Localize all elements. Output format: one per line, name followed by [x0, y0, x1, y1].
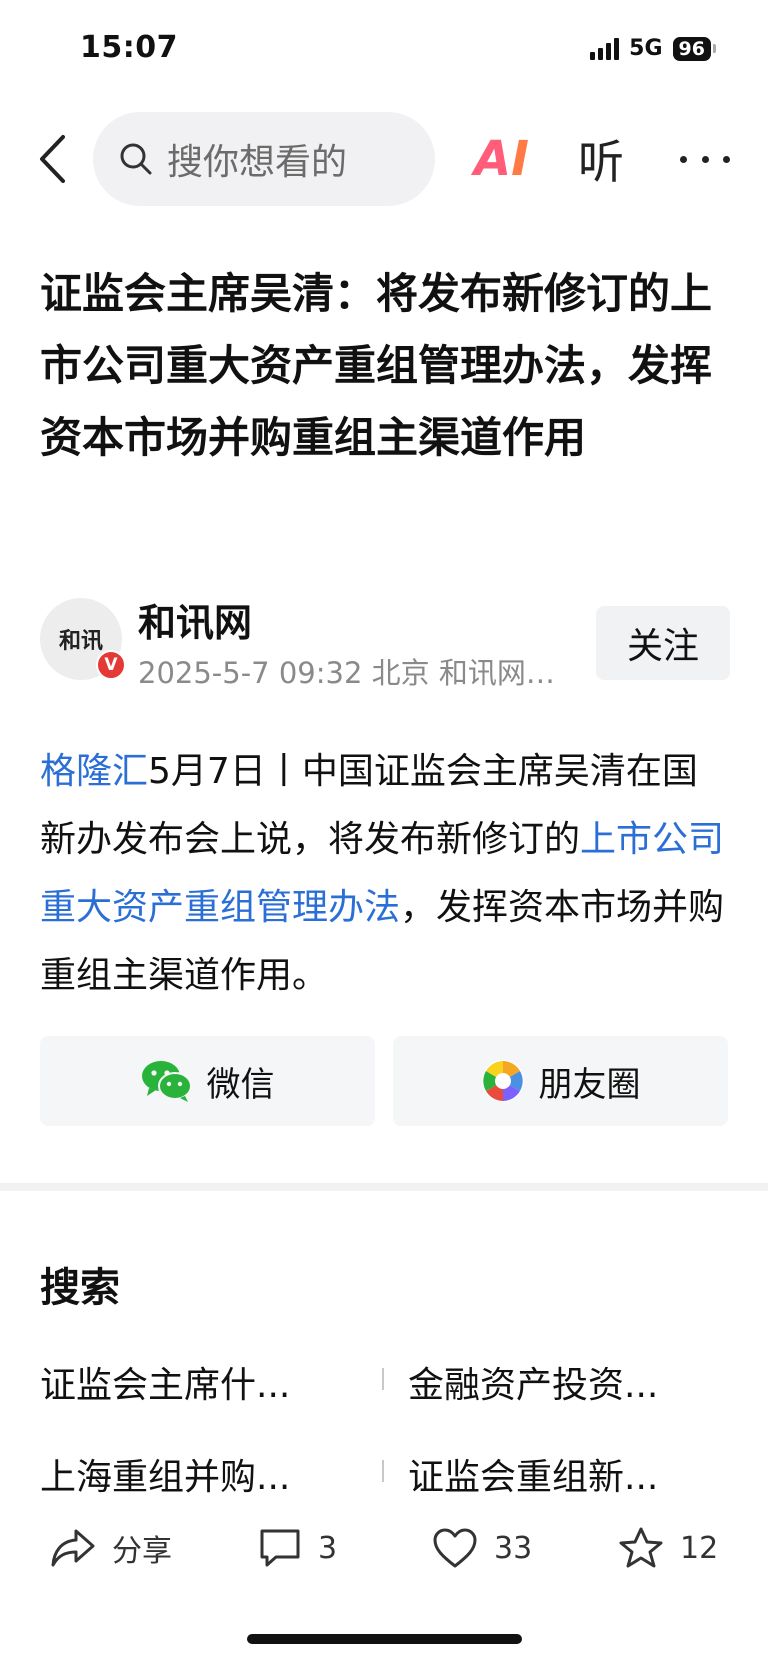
- share-row: 微信 朋友圈: [40, 1036, 728, 1126]
- article-title: 证监会主席吴清：将发布新修订的上市公司重大资产重组管理办法，发挥资本市场并购重组…: [40, 269, 713, 462]
- suggestion-separator: [382, 1460, 384, 1482]
- more-button[interactable]: [680, 130, 730, 188]
- like-action[interactable]: 33: [432, 1510, 532, 1586]
- star-icon: [619, 1527, 663, 1568]
- back-icon: [40, 135, 65, 183]
- follow-button[interactable]: 关注: [596, 606, 730, 680]
- status-icons: 5G 96: [590, 36, 716, 61]
- section-divider: [0, 1183, 768, 1191]
- network-type: 5G: [629, 36, 663, 61]
- search-suggestion[interactable]: 证监会主席什...: [40, 1356, 290, 1408]
- comment-count: 3: [318, 1530, 338, 1566]
- search-suggestion[interactable]: 证监会重组新...: [408, 1448, 658, 1500]
- heart-icon: [433, 1528, 477, 1568]
- search-suggestion[interactable]: 上海重组并购...: [40, 1448, 290, 1500]
- ai-button[interactable]: AI: [474, 130, 529, 188]
- wechat-icon: [141, 1061, 192, 1102]
- comment-icon: [260, 1529, 300, 1567]
- verified-badge: V: [96, 650, 126, 680]
- bottom-action-bar: 分享 3 33 12: [0, 1510, 768, 1586]
- share-icon: [51, 1529, 95, 1567]
- search-placeholder: 搜你想看的: [167, 142, 348, 183]
- suggestion-separator: [382, 1368, 384, 1390]
- favorite-action[interactable]: 12: [618, 1510, 718, 1586]
- battery-level: 96: [672, 36, 711, 61]
- top-nav: 搜你想看的 AI 听: [0, 112, 768, 206]
- signal-icon: [590, 37, 620, 60]
- author-row: 和讯 V 和讯网 2025-5-7 09:32 北京 和讯网官方账号 关注: [40, 598, 730, 690]
- search-suggestion[interactable]: 金融资产投资...: [408, 1356, 658, 1408]
- search-input[interactable]: 搜你想看的: [93, 112, 435, 206]
- battery-icon: 96: [672, 36, 716, 61]
- source-link[interactable]: 格隆汇: [40, 751, 148, 792]
- share-wechat-button[interactable]: 微信: [40, 1036, 375, 1126]
- ai-label-a: A: [474, 131, 512, 187]
- author-meta: 2025-5-7 09:32 北京 和讯网官方账号: [138, 656, 558, 690]
- listen-button[interactable]: 听: [578, 130, 624, 189]
- share-moments-label: 朋友圈: [538, 1064, 641, 1105]
- share-action-label: 分享: [112, 1534, 172, 1569]
- comment-action[interactable]: 3: [258, 1510, 337, 1586]
- share-action[interactable]: 分享: [50, 1510, 172, 1586]
- back-button[interactable]: [30, 130, 74, 188]
- article-body: 格隆汇5月7日丨中国证监会主席吴清在国新办发布会上说，将发布新修订的上市公司重大…: [40, 738, 732, 1010]
- ai-label-i: I: [511, 131, 530, 187]
- like-count: 33: [494, 1530, 533, 1566]
- share-moments-button[interactable]: 朋友圈: [393, 1036, 728, 1126]
- search-icon: [120, 143, 152, 175]
- avatar-text: 和讯: [58, 629, 103, 654]
- status-bar: 15:07 5G 96: [0, 0, 768, 100]
- author-name[interactable]: 和讯网: [138, 592, 252, 647]
- home-indicator: [247, 1634, 522, 1644]
- moments-icon: [481, 1060, 524, 1102]
- search-section-title: 搜索: [40, 1265, 120, 1311]
- share-wechat-label: 微信: [206, 1064, 275, 1105]
- status-time: 15:07: [80, 30, 178, 65]
- favorite-count: 12: [680, 1530, 719, 1566]
